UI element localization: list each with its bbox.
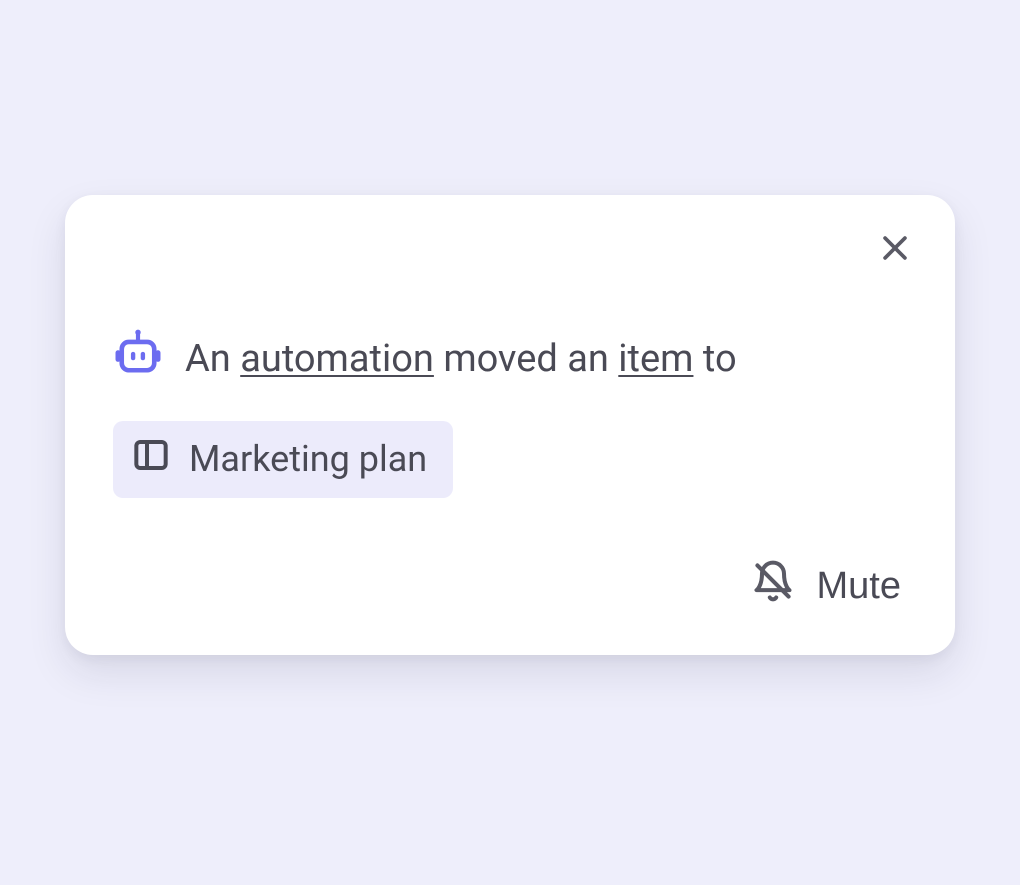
board-chip-label: Marketing plan	[189, 438, 427, 480]
close-button[interactable]	[869, 223, 921, 275]
board-chip[interactable]: Marketing plan	[113, 421, 453, 498]
mute-label: Mute	[817, 565, 901, 608]
item-link[interactable]: item	[618, 337, 693, 381]
close-icon	[878, 231, 912, 268]
bell-off-icon	[751, 559, 795, 613]
robot-icon	[113, 329, 163, 391]
mute-button[interactable]: Mute	[743, 553, 909, 619]
notification-card: An automation moved an item to Marketing…	[65, 195, 955, 655]
message-middle: moved an	[434, 337, 618, 381]
board-icon	[131, 435, 171, 484]
automation-link[interactable]: automation	[240, 337, 434, 381]
message-prefix: An	[185, 337, 240, 381]
message-suffix: to	[693, 337, 736, 381]
notification-text: An automation moved an item to	[185, 337, 737, 383]
notification-message: An automation moved an item to	[113, 329, 907, 391]
